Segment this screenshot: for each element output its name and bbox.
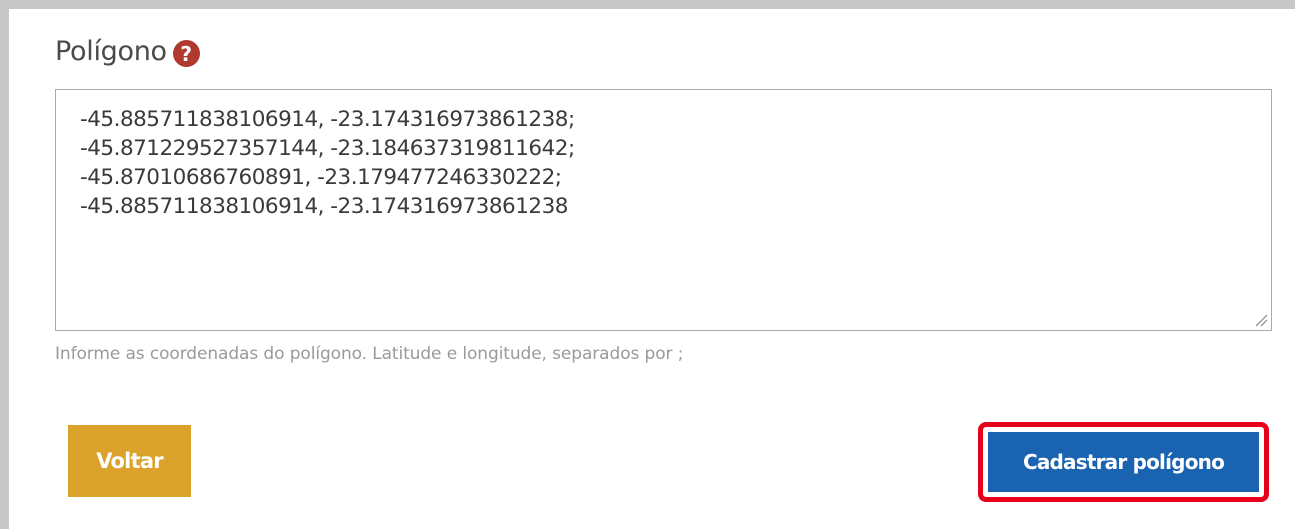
panel-left-border — [0, 0, 9, 529]
register-polygon-button[interactable]: Cadastrar polígono — [988, 432, 1259, 492]
polygon-field-label: Polígono — [55, 36, 167, 67]
question-circle-icon[interactable]: ? — [172, 40, 200, 67]
back-button[interactable]: Voltar — [68, 425, 191, 497]
polygon-label-row: Polígono ? — [55, 36, 200, 67]
polygon-coordinates-textarea[interactable]: -45.885711838106914, -23.174316973861238… — [55, 89, 1272, 331]
polygon-coordinates-value: -45.885711838106914, -23.174316973861238… — [80, 107, 575, 219]
resize-handle-icon[interactable] — [1253, 312, 1268, 327]
panel-top-border — [0, 0, 1295, 9]
polygon-hint-text: Informe as coordenadas do polígono. Lati… — [55, 344, 684, 364]
